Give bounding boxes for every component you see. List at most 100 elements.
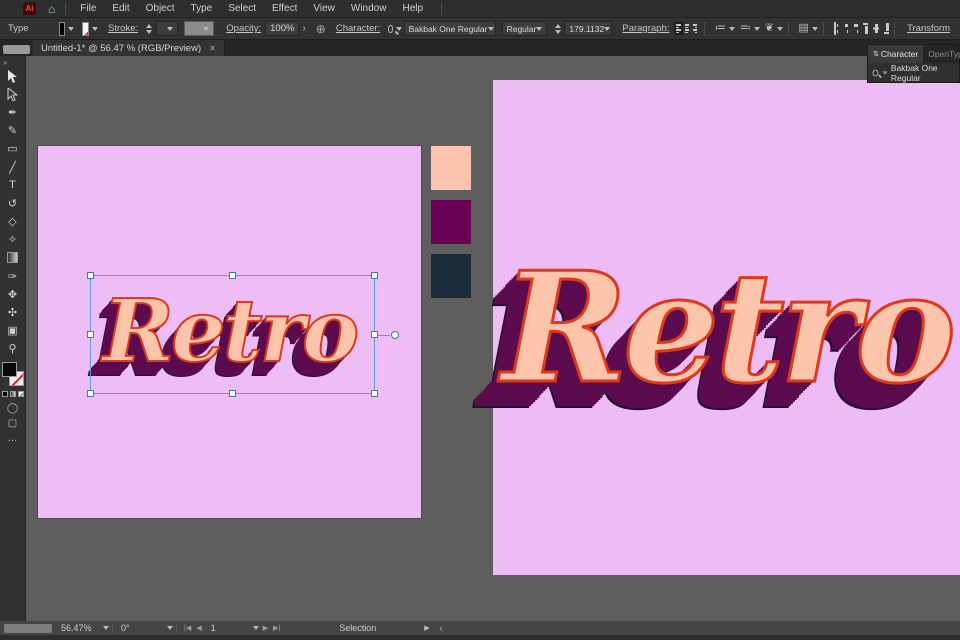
artboard-tool[interactable]: ▣ [0,322,26,340]
menu-edit[interactable]: Edit [104,0,137,18]
previous-artboard-icon[interactable]: ◀ [196,624,201,632]
shaper-tool[interactable]: ✧ [0,231,26,249]
chevron-down-icon[interactable] [167,626,173,630]
more-tools-icon[interactable]: … [7,431,18,446]
stroke-weight-stepper[interactable] [146,23,153,34]
paragraph-link[interactable]: Paragraph: [622,23,669,34]
selection-handle[interactable] [228,390,236,397]
tab-opentype[interactable]: OpenType [923,45,960,63]
menu-effect[interactable]: Effect [264,0,305,18]
gradient-tool[interactable] [0,249,26,267]
character-link[interactable]: Character: [336,23,380,34]
close-icon[interactable]: ✕ [209,44,216,53]
chevron-down-icon[interactable] [753,26,760,31]
menu-file[interactable]: File [72,0,104,18]
color-mode-icon[interactable] [1,391,8,397]
gradient-mode-icon[interactable] [9,391,16,397]
font-style-field[interactable]: Regular [501,21,548,36]
globe-icon[interactable]: ⊕ [316,23,326,35]
chevron-down-icon[interactable] [68,26,75,31]
menu-select[interactable]: Select [220,0,264,18]
swatch-navy[interactable] [431,254,471,298]
last-artboard-icon[interactable]: ▶| [273,624,280,632]
direct-selection-tool[interactable] [0,85,26,103]
zoom-level-field[interactable]: 56.47% [56,621,100,635]
document-tab[interactable]: Untitled-1* @ 56.47 % (RGB/Preview) ✕ [33,40,225,56]
menu-view[interactable]: View [305,0,343,18]
chevron-down-icon[interactable] [92,26,99,31]
selection-handle[interactable] [228,272,236,279]
type-tool[interactable]: T [0,176,26,194]
first-artboard-icon[interactable]: |◀ [184,624,191,632]
status-menu-icon[interactable]: ▶ [424,624,429,632]
zoom-tool[interactable]: ⚲ [0,340,26,358]
horizontal-align-center-icon[interactable] [843,22,849,35]
font-search-row[interactable]: Bakbak One Regular [868,63,959,83]
selection-bounding-box[interactable] [87,272,399,397]
chevron-down-icon[interactable] [811,26,818,31]
chevron-down-icon[interactable] [252,626,259,630]
stroke-link[interactable]: Stroke: [108,23,138,34]
chevron-down-icon[interactable] [103,626,109,630]
paint-modes[interactable] [1,391,24,397]
vertical-align-bottom-icon[interactable] [883,22,889,35]
horizontal-align-left-icon[interactable] [833,22,839,35]
tab-character[interactable]: ⇅ Character [868,45,924,63]
ornament-icon[interactable]: ❦ [765,23,774,34]
fill-stroke-indicator[interactable] [1,362,25,388]
curvature-tool[interactable]: ✎ [0,122,26,140]
font-family-field[interactable]: Bakbak One Regular [403,21,496,36]
fill-indicator[interactable] [1,362,17,377]
vertical-align-top-icon[interactable] [863,22,869,35]
selection-handle[interactable] [87,330,94,338]
draw-mode-icon[interactable]: ◯ [7,401,18,416]
menu-object[interactable]: Object [138,0,183,18]
horizontal-align-right-icon[interactable] [853,22,859,35]
eraser-tool[interactable]: ◇ [0,213,26,231]
chevron-down-icon[interactable] [776,26,783,31]
opacity-field[interactable]: 100% [265,21,300,36]
bullet-list-icon[interactable]: ≔ [715,23,726,34]
transform-link[interactable]: Transform [907,23,950,34]
align-left-button[interactable] [674,22,683,35]
eyedropper-tool[interactable]: ✑ [0,267,26,285]
numbered-list-icon[interactable]: ≕ [740,23,751,34]
rotate-handle[interactable] [391,330,399,339]
chevron-down-icon[interactable] [395,26,402,31]
font-size-stepper[interactable] [555,23,562,34]
stroke-weight-select[interactable] [156,21,178,36]
fill-color-swatch[interactable] [58,21,66,36]
selection-handle[interactable] [87,272,94,279]
blend-tool[interactable]: ✣ [0,303,26,321]
rectangle-tool[interactable]: ▭ [0,140,26,158]
opacity-link[interactable]: Opacity: [226,23,261,34]
search-icon[interactable] [388,24,393,33]
menu-window[interactable]: Window [343,0,395,18]
swatch-purple[interactable] [431,200,471,244]
artboard-number-field[interactable]: 1 [206,621,250,635]
collapse-panel-icon[interactable]: » [3,58,7,67]
menu-type[interactable]: Type [183,0,221,18]
swatch-peach[interactable] [431,146,471,190]
selection-handle[interactable] [371,390,378,397]
chevron-right-icon[interactable]: › [302,23,305,34]
align-right-button[interactable] [691,22,699,35]
align-center-button[interactable] [683,22,691,35]
menu-help[interactable]: Help [394,0,431,18]
rotation-field[interactable]: 0° [116,621,164,635]
selection-tool[interactable] [0,67,26,85]
pen-tool[interactable]: ✒ [0,103,26,121]
line-segment-tool[interactable]: ╱ [0,158,26,176]
home-icon[interactable]: ⌂ [48,3,55,15]
width-profile-select[interactable] [183,21,215,36]
none-mode-icon[interactable] [17,391,24,397]
next-artboard-icon[interactable]: ▶ [263,624,268,632]
document-options-icon[interactable]: ▤ [798,23,808,34]
hand-tool[interactable]: ✥ [0,285,26,303]
selection-handle[interactable] [87,390,94,397]
vertical-align-center-icon[interactable] [873,22,879,35]
rotate-tool[interactable]: ↺ [0,194,26,212]
font-size-field[interactable]: 179.1132 [564,21,613,36]
stroke-color-swatch[interactable] [82,21,90,36]
selection-handle[interactable] [371,272,378,279]
